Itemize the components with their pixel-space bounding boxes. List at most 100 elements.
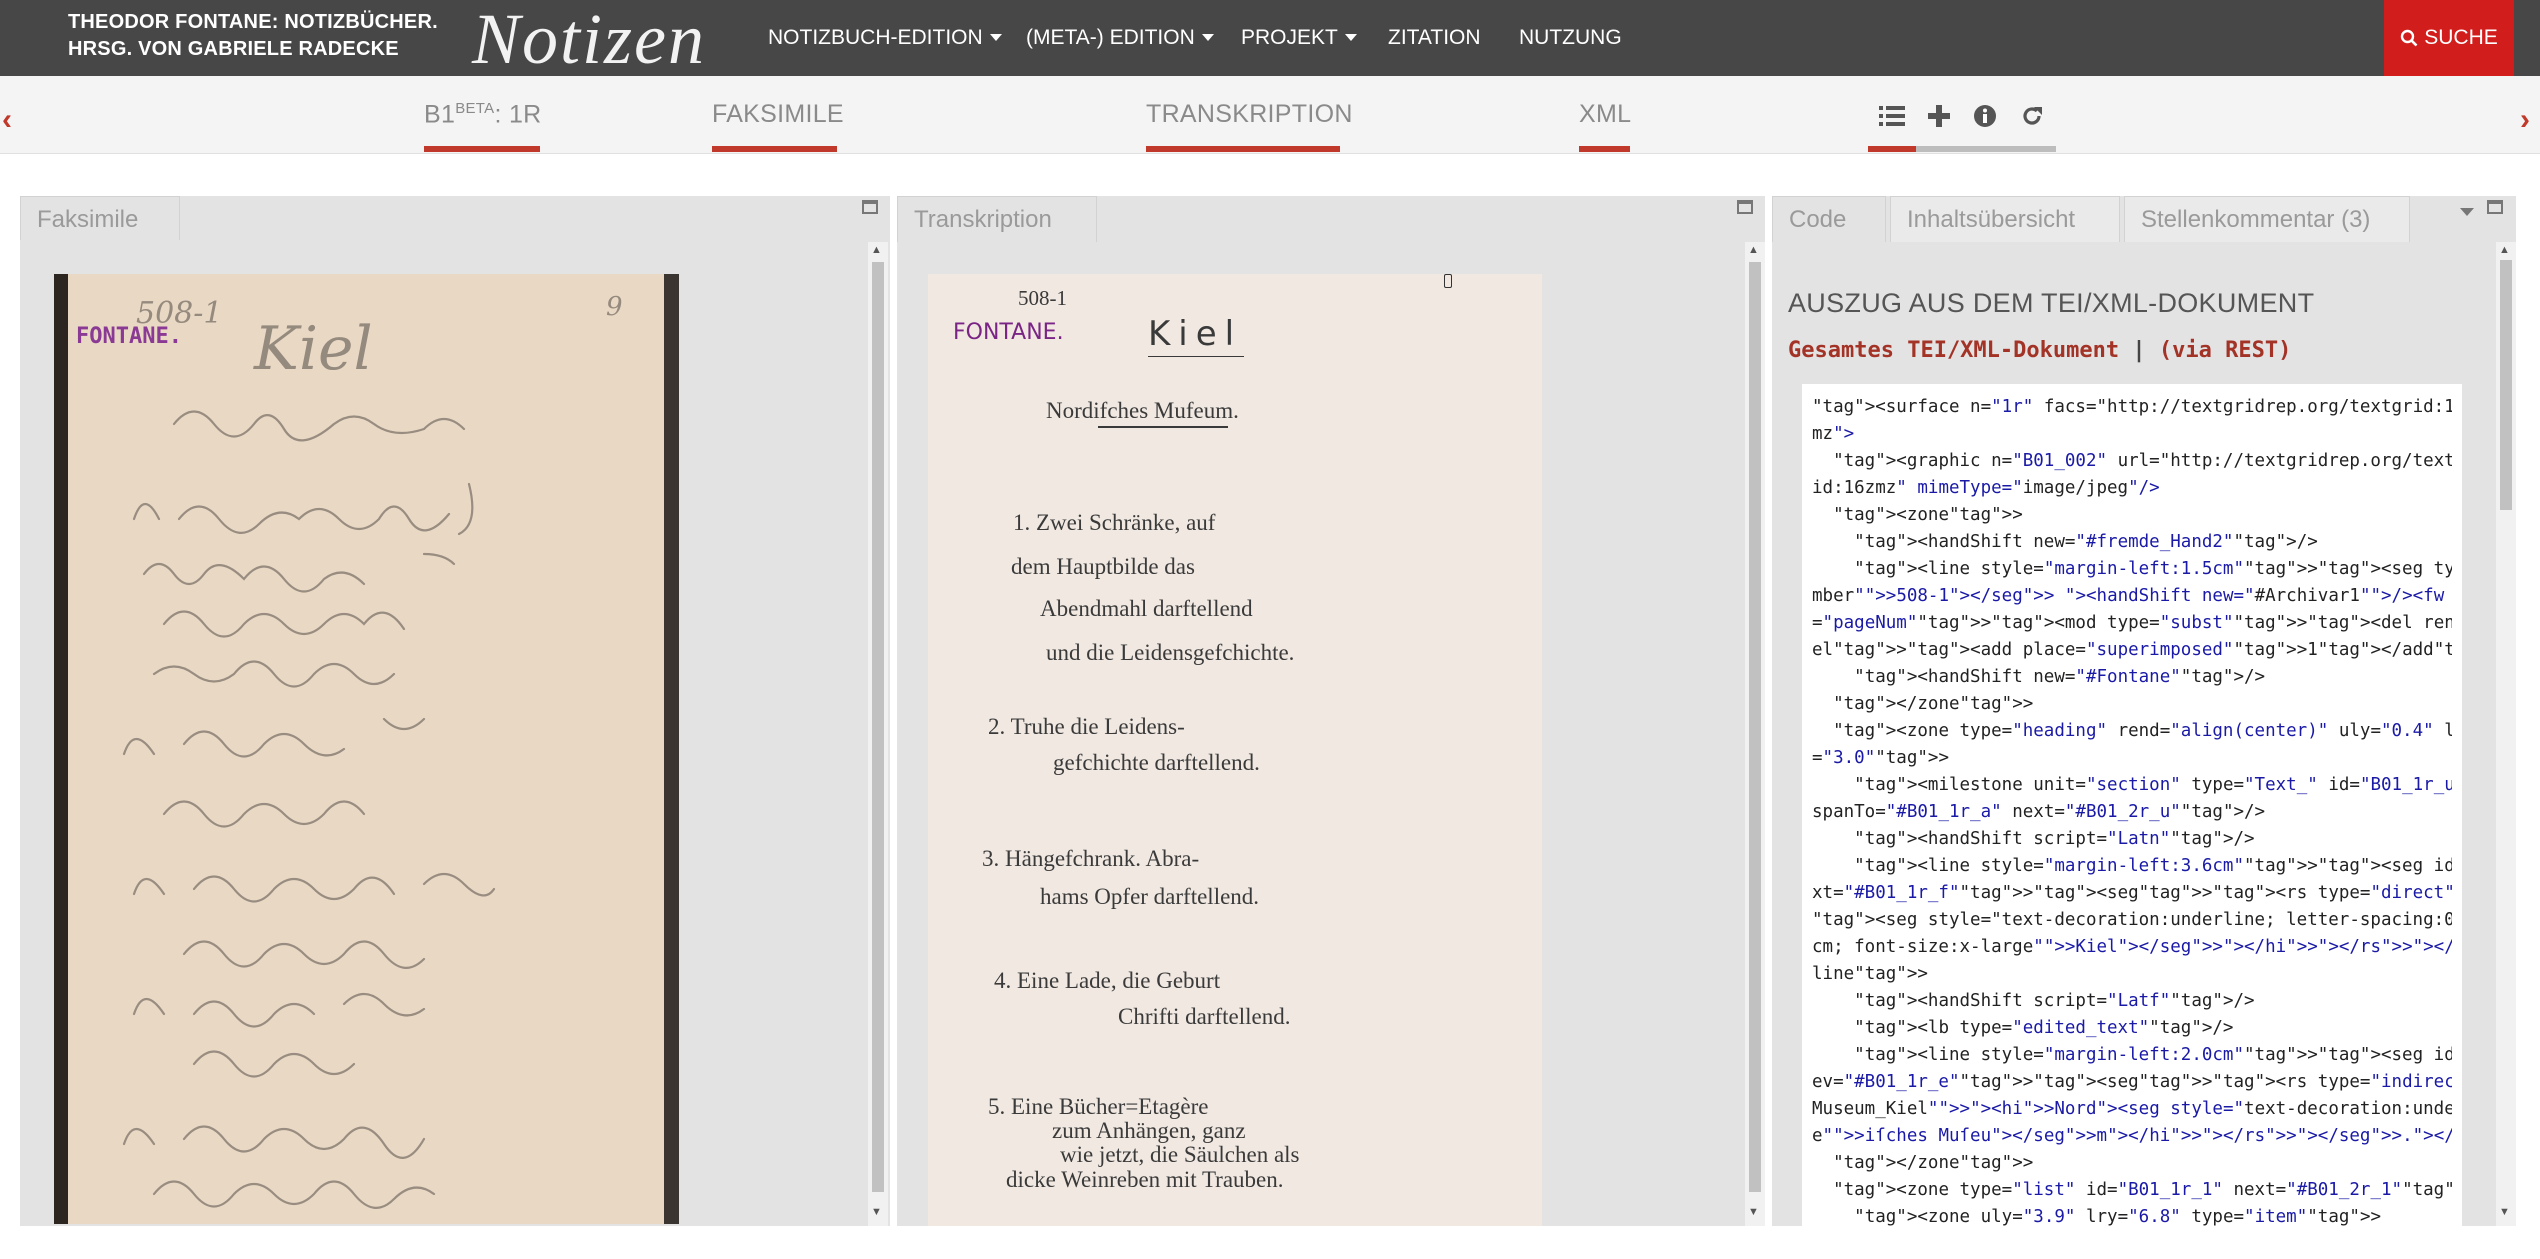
panel-tab-baseline — [20, 240, 890, 246]
scroll-thumb[interactable] — [2500, 260, 2512, 510]
scroll-up-icon[interactable]: ▲ — [2499, 244, 2510, 256]
scroll-thumb[interactable] — [872, 262, 884, 1192]
chevron-left-icon[interactable]: ‹ — [2, 103, 12, 137]
nav-projekt[interactable]: PROJEKT — [1241, 26, 1357, 50]
xml-code-line: "tag"></zone"tag">> — [1833, 694, 2034, 714]
xml-code-line: ="3.0""tag">> — [1812, 748, 1949, 768]
nav-label: NUTZUNG — [1519, 26, 1622, 49]
scroll-down-icon[interactable]: ▼ — [1748, 1206, 1759, 1218]
page-label-sup: BETA — [455, 100, 495, 117]
facsimile-binding — [54, 274, 68, 1224]
nav-label: NOTIZBUCH-EDITION — [768, 26, 983, 49]
xml-code-line: "tag"><line style="margin-left:3.6cm""ta… — [1854, 856, 2452, 876]
xml-code-line: "tag"><seg style="text-decoration:underl… — [1812, 910, 2452, 930]
maximize-icon[interactable] — [1737, 200, 1753, 214]
search-icon — [2401, 29, 2418, 47]
nav-label: ZITATION — [1388, 26, 1481, 49]
caret-down-icon — [1344, 34, 1357, 41]
notizen-logo[interactable]: Notizen — [472, 0, 706, 81]
site-title-line1[interactable]: THEODOR FONTANE: NOTIZBÜCHER. — [68, 9, 438, 36]
caret-down-icon — [1201, 34, 1214, 41]
trans-line: 1. Zwei Schränke, auf — [1013, 510, 1216, 535]
tab-inhaltsuebersicht[interactable]: Inhaltsübersicht — [1890, 196, 2120, 242]
nav-meta-edition[interactable]: (META-) EDITION — [1026, 26, 1214, 50]
maximize-icon[interactable] — [2487, 200, 2503, 214]
tab-stellenkommentar[interactable]: Stellenkommentar (3) — [2124, 196, 2410, 242]
tab-underline — [1146, 146, 1340, 152]
xml-code-line: mber"">>508-1"></seg">> "><handShift new… — [1812, 586, 2445, 606]
list-icon[interactable] — [1876, 100, 1908, 132]
tab-transkription[interactable]: TRANSKRIPTION — [1146, 100, 1353, 129]
tab-underline — [424, 146, 540, 152]
xml-code-line: "tag"><zone type="list" id="B01_1r_1" ne… — [1833, 1180, 2452, 1200]
trans-subheading: Nordifches Mufeum. — [1046, 398, 1239, 423]
nav-zitation[interactable]: ZITATION — [1388, 26, 1481, 50]
xml-code-line: "tag"><graphic n="B01_002" url="http://t… — [1833, 451, 2452, 471]
tab-faksimile[interactable]: FAKSIMILE — [712, 100, 844, 129]
handwriting-scribbles — [122, 410, 496, 1209]
tab-code[interactable]: Code — [1772, 196, 1886, 242]
chevron-right-icon[interactable]: › — [2520, 103, 2530, 137]
tools-underline-active — [1868, 146, 1916, 152]
trans-line: 4. Eine Lade, die Geburt — [994, 968, 1221, 993]
full-tei-link[interactable]: Gesamtes TEI/XML-Dokument — [1788, 338, 2119, 363]
trans-line: 3. Hängefchrank. Abra- — [982, 846, 1200, 871]
tab-underline — [1579, 146, 1630, 152]
site-title[interactable]: THEODOR FONTANE: NOTIZBÜCHER. HRSG. VON … — [68, 9, 438, 63]
code-scrollbar[interactable]: ▲ ▼ — [2496, 242, 2516, 1226]
trans-line: 2. Truhe die Leidens- — [988, 714, 1185, 739]
xml-code-line: line"tag">> — [1812, 964, 1928, 984]
tab-transcription-panel[interactable]: Transkription — [897, 196, 1097, 242]
xml-links: Gesamtes TEI/XML-Dokument | (via REST) — [1788, 338, 2291, 363]
xml-code-line: "tag"></zone"tag">> — [1833, 1153, 2034, 1173]
xml-code-line: el"tag">>"tag"><add place="superimposed"… — [1812, 640, 2452, 660]
refresh-icon[interactable] — [2016, 100, 2048, 132]
nav-notizbuch-edition[interactable]: NOTIZBUCH-EDITION — [768, 26, 1002, 50]
xml-code-line: "tag"><line style="margin-left:1.5cm""ta… — [1854, 559, 2452, 579]
trans-line: 5. Eine Bücher=Etagère — [988, 1094, 1209, 1119]
xml-code-line: "tag"><lb type="edited_text""tag">/> — [1854, 1018, 2234, 1038]
xml-code-line: ="pageNum""tag">>"tag"><mod type="subst"… — [1812, 613, 2452, 633]
scroll-down-icon[interactable]: ▼ — [2499, 1206, 2510, 1218]
search-label: SUCHE — [2424, 26, 2498, 49]
xml-code-line: "tag"><handShift script="Latf""tag">/> — [1854, 991, 2255, 1011]
xml-code-line: "tag"><surface n="1r" facs="http://textg… — [1812, 397, 2452, 417]
caret-down-icon[interactable] — [2460, 208, 2474, 216]
plus-icon[interactable] — [1923, 100, 1955, 132]
maximize-icon[interactable] — [862, 200, 878, 214]
search-button[interactable]: SUCHE — [2384, 0, 2514, 76]
info-icon[interactable] — [1969, 100, 2001, 132]
facsimile-image[interactable]: FONTANE. 508-1 9 Kiel — [54, 274, 679, 1224]
rest-link[interactable]: (via REST) — [2159, 338, 2291, 363]
scroll-up-icon[interactable]: ▲ — [1748, 244, 1759, 256]
page-selector[interactable]: B1BETA: 1R — [424, 100, 542, 129]
facsimile-edge — [664, 274, 679, 1224]
transcription-scrollbar[interactable]: ▲ ▼ — [1745, 242, 1765, 1226]
link-separator: | — [2132, 338, 2146, 363]
tab-facsimile-panel[interactable]: Faksimile — [20, 196, 180, 242]
scroll-thumb[interactable] — [1749, 262, 1761, 1192]
facsimile-scrollbar[interactable]: ▲ ▼ — [868, 242, 888, 1226]
xml-code-line: e"">>iſches Muſeu"></seg">>m"></hi">>"><… — [1812, 1126, 2452, 1146]
caret-down-icon — [989, 34, 1002, 41]
site-title-line2[interactable]: HRSG. VON GABRIELE RADECKE — [68, 36, 438, 63]
code-heading: AUSZUG AUS DEM TEI/XML-DOKUMENT — [1788, 288, 2315, 318]
trans-line: hams Opfer darftellend. — [1040, 884, 1260, 909]
nav-nutzung[interactable]: NUTZUNG — [1519, 26, 1622, 50]
xml-code-box[interactable]: "tag"><surface n="1r" facs="http://textg… — [1802, 384, 2462, 1226]
page-label-suffix: : 1R — [494, 100, 542, 129]
tab-xml[interactable]: XML — [1579, 100, 1631, 129]
page-label-prefix: B1 — [424, 100, 456, 129]
xml-code-line: "tag"><handShift new="#Fontane""tag">/> — [1854, 667, 2266, 687]
xml-code-line: spanTo="#B01_1r_a" next="#B01_2r_u""tag"… — [1812, 802, 2266, 822]
tab-underline — [712, 146, 837, 152]
scroll-up-icon[interactable]: ▲ — [871, 244, 882, 256]
xml-code-line: id:16zmz" mimeType="image/jpeg"/> — [1812, 478, 2160, 498]
lock-icon — [1444, 274, 1452, 288]
xml-code-line: "tag"><handShift new="#fremde_Hand2""tag… — [1854, 532, 2318, 552]
transcription-page: 508-1 FONTANE. Kiel Nordifches Mufeum. 1… — [928, 274, 1542, 1226]
trans-stamp: FONTANE. — [953, 320, 1064, 345]
top-navbar: THEODOR FONTANE: NOTIZBÜCHER. HRSG. VON … — [0, 0, 2540, 79]
xml-code-line: "tag"><handShift script="Latn""tag">/> — [1854, 829, 2255, 849]
scroll-down-icon[interactable]: ▼ — [871, 1206, 882, 1218]
